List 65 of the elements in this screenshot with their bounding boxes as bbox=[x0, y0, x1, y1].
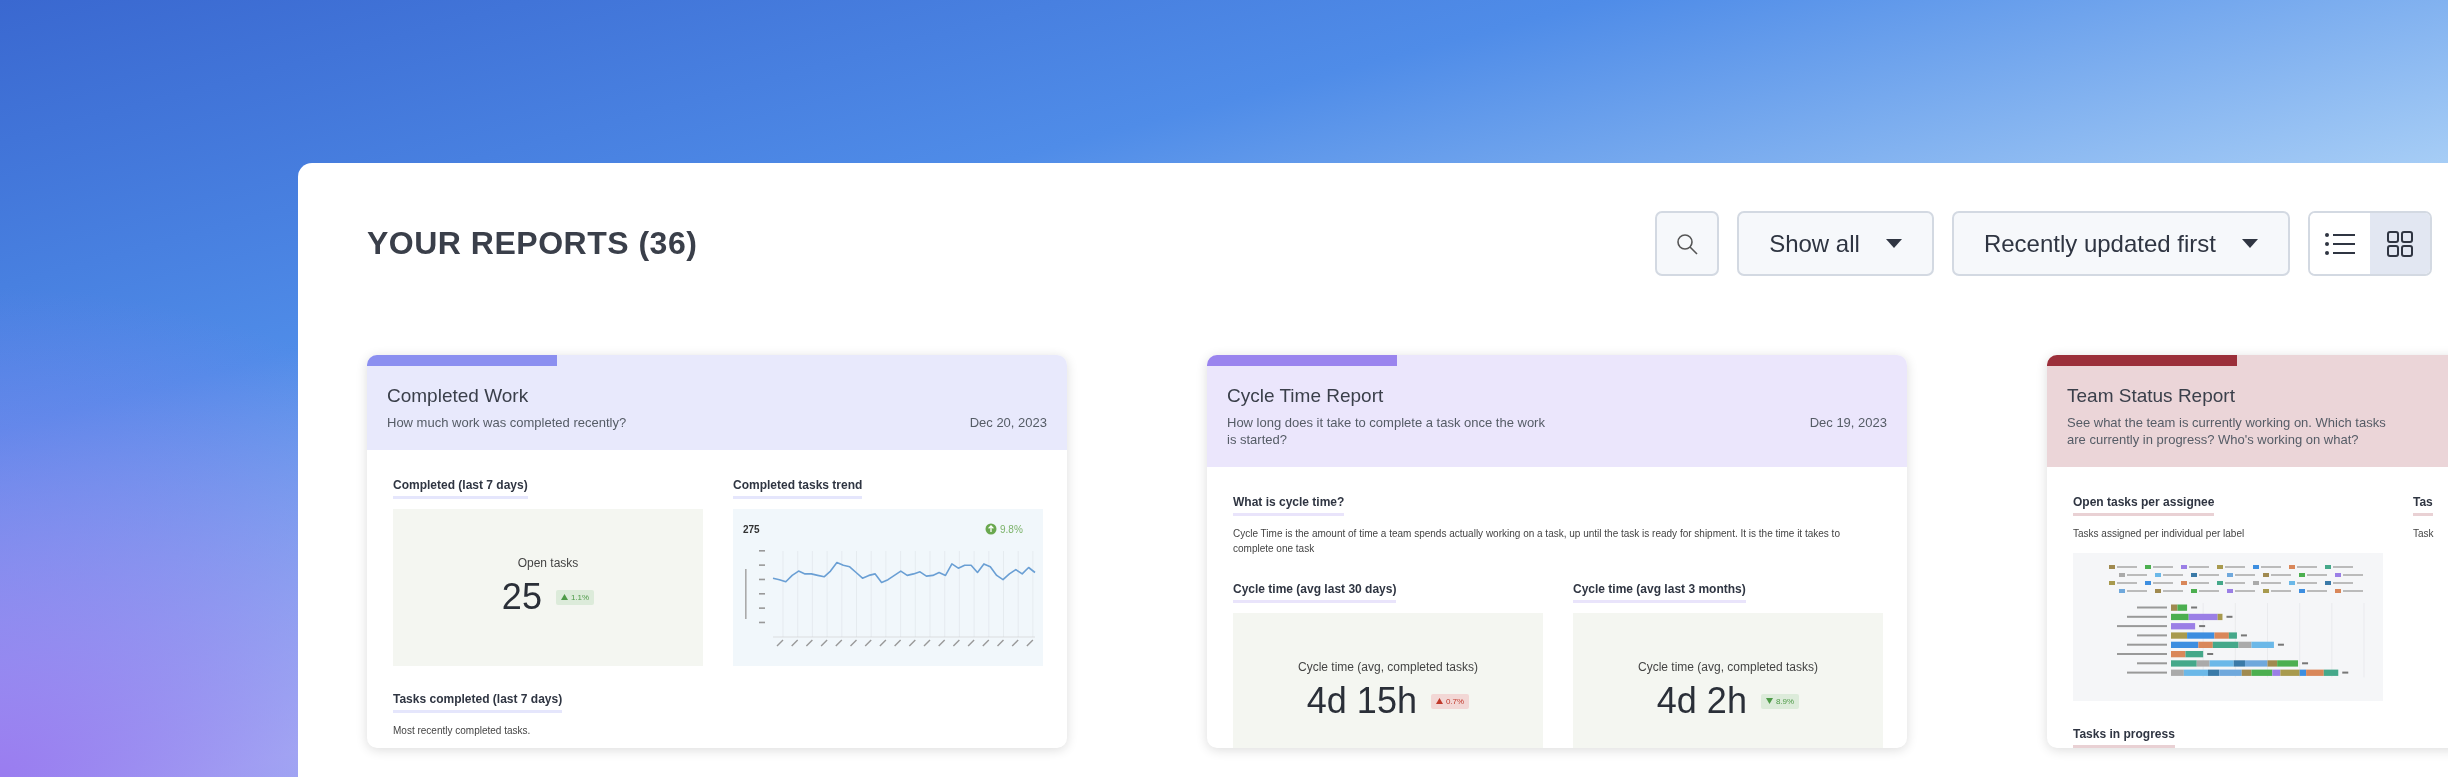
label-line bbox=[2226, 615, 2233, 618]
label-line bbox=[2127, 643, 2167, 646]
stat-label: Open tasks bbox=[517, 556, 579, 571]
stacked-bar bbox=[2171, 613, 2223, 620]
change-badge: 8.9% bbox=[1760, 693, 1800, 709]
view-toggle-button[interactable] bbox=[2370, 213, 2430, 274]
label-line bbox=[2191, 606, 2198, 609]
section-heading: Tasks completed (last 7 days) bbox=[393, 691, 563, 713]
label-line bbox=[2127, 671, 2167, 674]
caret-icon bbox=[1885, 239, 1902, 248]
chart-change: 9.8% bbox=[1000, 523, 1023, 535]
card-date: Dec 20, 2023 bbox=[969, 415, 1047, 432]
section-heading: Completed tasks trend bbox=[733, 477, 863, 499]
card-title: Completed Work bbox=[387, 385, 530, 407]
label-line bbox=[2240, 634, 2247, 637]
label-line bbox=[2137, 662, 2167, 665]
label-line bbox=[2277, 643, 2284, 646]
section-heading: What is cycle time? bbox=[1233, 494, 1345, 516]
label-line bbox=[2137, 634, 2167, 637]
stacked-bar bbox=[2171, 604, 2188, 611]
report-card[interactable]: Completed Work How much work was completed recently? Dec 20, 2023 Completed (last 7 days) Open tasks 25 1.1% Completed tasks trend 275 9.8% Tasks completed (last 7 days) Most recently completed tasks. bbox=[367, 355, 1067, 748]
section-heading: Open tasks per assignee bbox=[2073, 494, 2215, 516]
section-heading: Cycle time (avg last 3 months) bbox=[1573, 581, 1746, 603]
page-title: YOUR REPORTS (36) bbox=[367, 225, 699, 262]
sort-dropdown[interactable]: Recently updated first bbox=[1951, 211, 2290, 276]
label-line bbox=[2127, 615, 2167, 618]
stacked-bar bbox=[2171, 650, 2204, 658]
arrow-up-icon bbox=[985, 523, 997, 535]
card-title: Cycle Time Report bbox=[1227, 385, 1385, 407]
caret-icon bbox=[2242, 239, 2258, 248]
grid-icon bbox=[2387, 230, 2413, 257]
label-line bbox=[2207, 652, 2214, 655]
section-description: Tasks assigned per individual per label bbox=[2073, 526, 2246, 541]
label-line bbox=[2302, 662, 2309, 665]
section-heading: Tas bbox=[2413, 494, 2433, 516]
label-line bbox=[2117, 624, 2167, 627]
section-heading: Cycle time (avg last 30 days) bbox=[1233, 581, 1397, 603]
card-description: See what the team is currently working on. Which tasks are currently in progress? Who's working on what? bbox=[2067, 415, 2387, 449]
change-badge: 0.7% bbox=[1430, 693, 1470, 709]
stat-value: 25 bbox=[501, 576, 542, 619]
label-line bbox=[2117, 652, 2167, 655]
label-line bbox=[2342, 671, 2349, 674]
search-icon bbox=[1675, 231, 1700, 256]
section-description: Cycle Time is the amount of time a team spends actually working on a task, up until the task is ready for shipment. It is the time it takes to complete one task bbox=[1233, 526, 1841, 556]
stacked-bar bbox=[2171, 622, 2196, 630]
stat-value: 4d 2h bbox=[1656, 680, 1747, 723]
section-heading: Completed (last 7 days) bbox=[393, 477, 528, 499]
report-card[interactable] bbox=[1207, 355, 1907, 748]
card-description: How long does it take to complete a task once the work is started? bbox=[1227, 415, 1546, 449]
stat-label: Cycle time (avg, completed tasks) bbox=[1637, 660, 1819, 675]
label-line bbox=[2137, 606, 2167, 609]
section-description: Task bbox=[2413, 526, 2435, 541]
stacked-bar bbox=[2171, 632, 2237, 639]
chart-total: 275 bbox=[743, 523, 760, 535]
section-description: Most recently completed tasks. bbox=[393, 723, 532, 738]
card-date: Dec 19, 2023 bbox=[1809, 415, 1887, 432]
section-heading: Tasks in progress bbox=[2073, 726, 2175, 748]
stat-label: Cycle time (avg, completed tasks) bbox=[1297, 660, 1479, 675]
stat-value: 4d 15h bbox=[1306, 680, 1417, 723]
filter-dropdown[interactable]: Show all bbox=[1737, 211, 1934, 276]
label-line bbox=[2199, 624, 2206, 627]
card-description: How much work was completed recently? bbox=[387, 415, 627, 432]
change-badge: 1.1% bbox=[555, 589, 595, 605]
list-icon bbox=[2325, 232, 2355, 255]
card-title: Team Status Report bbox=[2067, 385, 2236, 407]
